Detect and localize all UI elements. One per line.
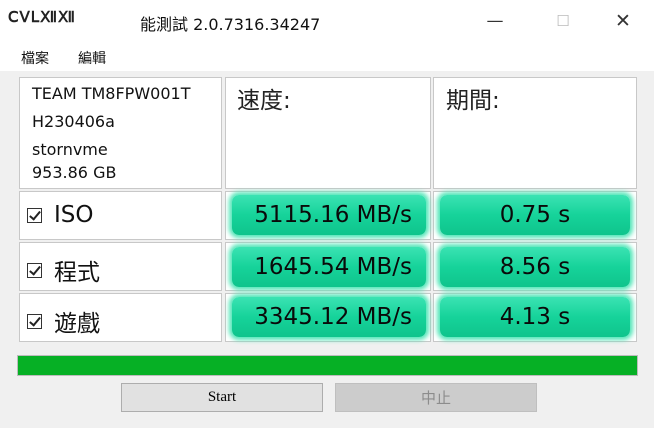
checkbox-program[interactable]: [27, 262, 42, 278]
drive-firmware: H230406a: [32, 112, 115, 131]
close-button[interactable]: ✕: [600, 0, 646, 41]
menu-bar: 檔案 編輯: [0, 41, 654, 71]
test-label: 遊戲: [54, 311, 100, 337]
time-result: 4.13 s: [440, 297, 630, 337]
test-toggle-iso[interactable]: ISO: [27, 202, 94, 228]
drive-capacity: 953.86 GB: [32, 163, 117, 182]
speed-result: 5115.16 MB/s: [232, 195, 426, 235]
test-label: 程式: [54, 260, 100, 286]
time-result: 8.56 s: [440, 247, 630, 287]
speed-header: 速度:: [237, 88, 291, 114]
test-toggle-game[interactable]: 遊戲: [27, 304, 100, 338]
maximize-icon: ☐: [556, 11, 570, 30]
time-value: 8.56 s: [499, 254, 571, 280]
minimize-button[interactable]: —: [472, 0, 518, 41]
menu-file[interactable]: 檔案: [21, 48, 49, 68]
progress-fill: [18, 356, 637, 375]
checkbox-game[interactable]: [27, 313, 42, 329]
app-logo: ⅭⅤⅬⅫⅫ: [8, 8, 77, 26]
title-bar: ⅭⅤⅬⅫⅫ 能測試 2.0.7316.34247 — ☐ ✕: [0, 0, 654, 41]
start-button[interactable]: Start: [121, 383, 323, 412]
test-toggle-program[interactable]: 程式: [27, 253, 100, 287]
time-header: 期間:: [446, 88, 500, 114]
minimize-icon: —: [486, 10, 504, 31]
window-title: 能測試 2.0.7316.34247: [140, 15, 321, 34]
speed-value: 5115.16 MB/s: [254, 202, 412, 228]
progress-bar: [17, 355, 638, 376]
drive-driver: stornvme: [32, 140, 108, 159]
checkbox-iso[interactable]: [27, 207, 42, 223]
drive-model: TEAM TM8FPW001T: [32, 84, 191, 103]
time-value: 0.75 s: [499, 202, 571, 228]
menu-edit[interactable]: 編輯: [78, 48, 106, 68]
test-label: ISO: [54, 202, 94, 228]
speed-result: 3345.12 MB/s: [232, 297, 426, 337]
time-value: 4.13 s: [499, 304, 571, 330]
close-icon: ✕: [615, 9, 631, 32]
maximize-button[interactable]: ☐: [540, 0, 586, 41]
stop-button[interactable]: 中止: [335, 383, 537, 412]
speed-value: 3345.12 MB/s: [254, 304, 412, 330]
speed-result: 1645.54 MB/s: [232, 247, 426, 287]
speed-value: 1645.54 MB/s: [254, 254, 412, 280]
time-result: 0.75 s: [440, 195, 630, 235]
